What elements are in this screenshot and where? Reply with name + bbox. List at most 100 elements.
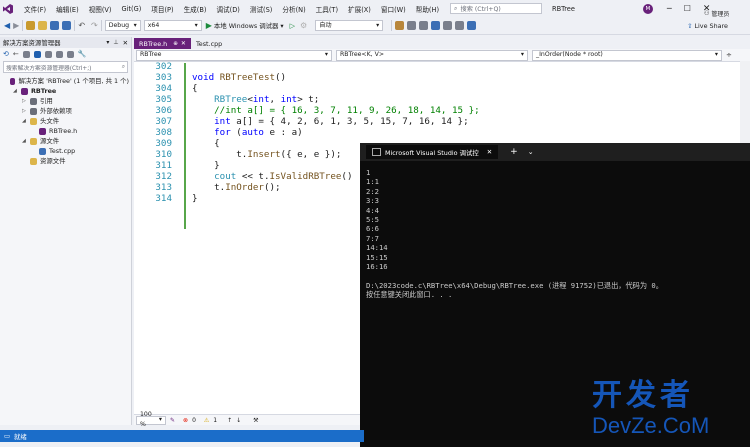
nav-up-icon[interactable]: ↑: [227, 417, 232, 424]
pin-icon[interactable]: ⊕: [173, 41, 178, 47]
tree-item[interactable]: Test.cpp: [2, 146, 129, 156]
close-panel-icon[interactable]: ✕: [123, 39, 128, 47]
code-line[interactable]: RBTree<int, int> t;: [192, 94, 319, 105]
chevron-down-icon[interactable]: ⌄: [528, 148, 534, 156]
avatar[interactable]: M: [642, 3, 653, 14]
admin-badge[interactable]: ⚇ 管理员: [704, 9, 729, 18]
back-icon[interactable]: ◀: [4, 21, 10, 30]
expand-icon[interactable]: ▷: [22, 96, 28, 106]
properties-icon[interactable]: [66, 50, 74, 58]
menu-help[interactable]: 帮助(H): [416, 4, 439, 14]
undo-icon[interactable]: ↶: [78, 21, 85, 30]
menu-extensions[interactable]: 扩展(X): [348, 4, 371, 14]
toolbar-tool-icon[interactable]: [395, 21, 405, 30]
line-number: 303: [155, 72, 172, 83]
nav-down-icon[interactable]: ↓: [236, 417, 241, 424]
tree-item[interactable]: ◢ RBTree: [2, 86, 129, 96]
home-icon[interactable]: [22, 50, 30, 58]
collapse-all-icon[interactable]: [44, 50, 52, 58]
error-icon[interactable]: ⊗: [183, 417, 188, 424]
save-all-icon[interactable]: [62, 21, 72, 30]
menu-tools[interactable]: 工具(T): [316, 4, 338, 14]
brush-icon[interactable]: ✎: [170, 417, 175, 424]
code-line[interactable]: cout << t.IsValidRBTree(): [192, 171, 352, 182]
tree-item[interactable]: ▷ 外部依赖项: [2, 106, 129, 116]
tree-item[interactable]: 解决方案 'RBTree' (1 个项目, 共 1 个): [2, 76, 129, 86]
maximize-button[interactable]: ☐: [684, 4, 691, 13]
tree-item[interactable]: ◢ 头文件: [2, 116, 129, 126]
show-all-files-icon[interactable]: [55, 50, 63, 58]
forward-icon[interactable]: ▶: [13, 21, 19, 30]
save-icon[interactable]: [50, 21, 60, 30]
code-line[interactable]: }: [192, 160, 220, 171]
close-tab-icon[interactable]: ✕: [487, 148, 492, 156]
new-tab-icon[interactable]: +: [510, 147, 518, 157]
toolbar-tool-icon[interactable]: [431, 21, 441, 30]
split-icon[interactable]: ÷: [726, 51, 732, 59]
auto-dropdown[interactable]: 自动 ▾: [315, 20, 384, 31]
menu-test[interactable]: 测试(S): [250, 4, 273, 14]
tree-item[interactable]: ◢ 源文件: [2, 136, 129, 146]
sync-icon[interactable]: ⟲: [3, 50, 9, 58]
tree-item[interactable]: 资源文件: [2, 156, 129, 166]
code-line[interactable]: void RBTreeTest(): [192, 72, 286, 83]
toolbar-tool-icon[interactable]: [467, 21, 477, 30]
menu-file[interactable]: 文件(F): [24, 4, 46, 14]
expand-icon[interactable]: ▷: [22, 106, 28, 116]
open-icon[interactable]: [38, 21, 48, 30]
expand-icon[interactable]: ◢: [22, 116, 28, 126]
toolbar-tool-icon[interactable]: [455, 21, 465, 30]
menu-view[interactable]: 视图(V): [89, 4, 112, 14]
solution-search-box[interactable]: 搜索解决方案资源管理器(Ctrl+;) ⌕: [3, 61, 128, 73]
tab-rbtree-h[interactable]: RBTree.h ⊕ ✕: [134, 38, 191, 49]
menu-window[interactable]: 窗口(W): [381, 4, 406, 14]
menu-project[interactable]: 项目(P): [151, 4, 173, 14]
nav-project-dropdown[interactable]: RBTree ▾: [136, 49, 332, 61]
toolbar-tool-icon[interactable]: [419, 21, 429, 30]
platform-dropdown[interactable]: x64 ▾: [143, 20, 202, 31]
pin-icon[interactable]: ⊥: [113, 39, 118, 46]
back-icon[interactable]: ←: [13, 50, 19, 58]
menu-debug[interactable]: 调试(D): [216, 4, 239, 14]
code-line[interactable]: //int a[] = { 16, 3, 7, 11, 9, 26, 18, 1…: [192, 105, 480, 116]
hot-reload-icon[interactable]: ⚙: [300, 21, 307, 30]
code-line[interactable]: {: [192, 138, 220, 149]
code-line[interactable]: t.Insert({ e, e });: [192, 149, 341, 160]
run-debugger-button[interactable]: ▶ 本地 Windows 调试器 ▾: [206, 21, 284, 30]
tree-item[interactable]: RBTree.h: [2, 126, 129, 136]
start-without-debug-icon[interactable]: ▷: [290, 22, 295, 30]
code-line[interactable]: {: [192, 83, 198, 94]
wrench-icon[interactable]: 🔧: [78, 50, 87, 58]
code-line[interactable]: int a[] = { 4, 2, 6, 1, 3, 5, 15, 7, 16,…: [192, 116, 468, 127]
dropdown-icon[interactable]: ▾: [106, 39, 109, 46]
nav-member-dropdown[interactable]: _InOrder(Node * root) ▾: [532, 49, 722, 61]
expand-icon[interactable]: ◢: [22, 136, 28, 146]
code-line[interactable]: }: [192, 193, 198, 204]
minimize-button[interactable]: ─: [667, 4, 672, 13]
redo-icon[interactable]: ↷: [91, 21, 98, 30]
code-line[interactable]: for (auto e : a): [192, 127, 303, 138]
console-tab[interactable]: Microsoft Visual Studio 调试控 ✕: [366, 145, 499, 159]
live-share-button[interactable]: ⇪ Live Share: [687, 22, 728, 30]
brush-settings-icon[interactable]: ⚒: [253, 417, 258, 424]
close-tab-icon[interactable]: ✕: [181, 40, 186, 47]
search-box[interactable]: ⌕ 搜索 (Ctrl+Q): [450, 3, 543, 14]
switch-view-icon[interactable]: [33, 50, 41, 58]
expand-icon[interactable]: ◢: [13, 86, 19, 96]
menu-edit[interactable]: 编辑(E): [56, 4, 79, 14]
config-dropdown[interactable]: Debug ▾: [104, 20, 141, 31]
menu-build[interactable]: 生成(B): [184, 4, 207, 14]
nav-class-dropdown[interactable]: RBTree<K, V> ▾: [336, 49, 528, 61]
warning-icon[interactable]: ⚠: [204, 417, 209, 424]
editor-tab-bar: RBTree.h ⊕ ✕ Test.cpp: [134, 37, 750, 49]
new-item-icon[interactable]: [26, 21, 36, 30]
menu-analyze[interactable]: 分析(N): [282, 4, 305, 14]
menu-git[interactable]: Git(G): [121, 5, 141, 13]
toolbar-tool-icon[interactable]: [443, 21, 453, 30]
debug-console-window[interactable]: Microsoft Visual Studio 调试控 ✕ + ⌄ 1 1:1 2:…: [360, 143, 750, 447]
tab-test-cpp[interactable]: Test.cpp: [191, 38, 227, 49]
toolbar-tool-icon[interactable]: [407, 21, 417, 30]
tree-item[interactable]: ▷ 引用: [2, 96, 129, 106]
zoom-dropdown[interactable]: 100 % ▾: [136, 411, 166, 428]
code-line[interactable]: t.InOrder();: [192, 182, 280, 193]
